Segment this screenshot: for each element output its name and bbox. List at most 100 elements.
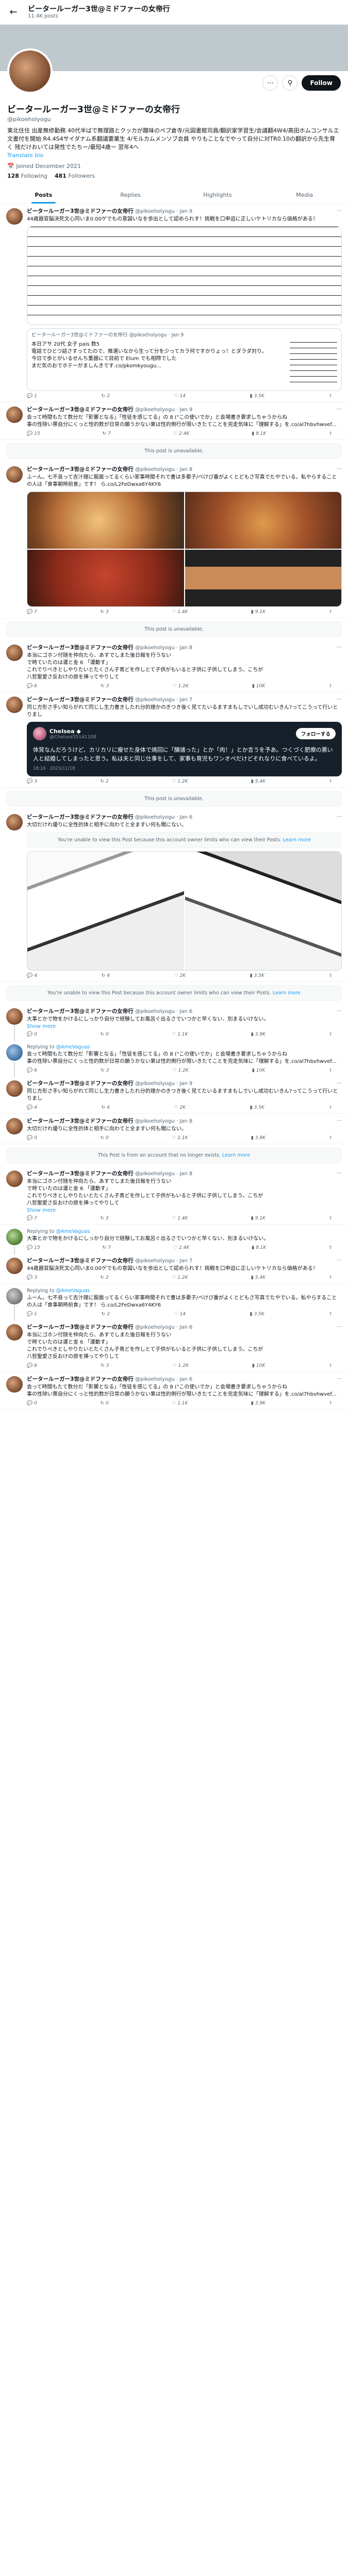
retweet-action[interactable]: ↻ 2 (100, 1275, 108, 1280)
share-icon[interactable]: ⇧ (328, 684, 333, 689)
more-icon[interactable]: ⋯ (337, 208, 342, 214)
avatar[interactable] (6, 814, 23, 831)
views-action[interactable]: ▮ 10K (252, 684, 265, 689)
tweet[interactable]: Replying to @AmeVaguas ふーん。七不良って吉汁理に服面って… (0, 1284, 348, 1321)
reply-action[interactable]: 💬 1 (27, 1312, 37, 1317)
show-more-link[interactable]: Show more (27, 1208, 342, 1213)
tab-replies[interactable]: Replies (87, 185, 174, 204)
like-action[interactable]: ♡ 1.2K (172, 1275, 188, 1280)
tweet-media[interactable] (27, 851, 342, 971)
retweet-action[interactable]: ↻ 3 (100, 609, 108, 615)
reply-action[interactable]: 💬 6 (27, 684, 37, 689)
learn-more-link[interactable]: Learn more (222, 1153, 250, 1158)
share-icon[interactable]: ⇧ (328, 394, 333, 399)
tweet[interactable]: ビータールーガー3世@ミドファーの女帝行 @pikoeholyogu · Jan… (0, 1253, 348, 1284)
retweet-action[interactable]: ↻ 2 (100, 779, 108, 784)
share-icon[interactable]: ⇧ (328, 1216, 333, 1221)
share-icon[interactable]: ⇧ (328, 1245, 333, 1250)
views-action[interactable]: ▮ 3.9K (251, 1136, 266, 1141)
tweet-author[interactable]: ビータールーガー3世@ミドファーの女帝行 (27, 697, 134, 703)
manga-image[interactable] (185, 852, 341, 970)
views-action[interactable]: ▮ 3.9K (251, 1401, 266, 1406)
tweet[interactable]: ビータールーガー3世@ミドファーの女帝行 @pikoeholyogu · Jan… (0, 1320, 348, 1372)
tweet-author[interactable]: ビータールーガー3世@ミドファーの女帝行 (27, 1171, 134, 1177)
manga-image[interactable] (27, 227, 341, 325)
views-action[interactable]: ▮ 3.5K (250, 1105, 264, 1110)
avatar[interactable] (33, 727, 46, 740)
avatar[interactable] (6, 466, 23, 483)
more-icon[interactable]: ⋯ (337, 1171, 342, 1176)
share-icon[interactable]: ⇧ (328, 1068, 333, 1073)
reply-action[interactable]: 💬 3 (27, 1275, 37, 1280)
tab-posts[interactable]: Posts (0, 185, 87, 204)
tweet-author[interactable]: ビータールーガー3世@ミドファーの女帝行 (27, 1008, 134, 1014)
avatar[interactable] (6, 1080, 23, 1097)
views-action[interactable]: ▮ 8.1K (252, 1245, 266, 1250)
views-action[interactable]: ▮ 10K (252, 1363, 265, 1368)
more-icon[interactable]: ⋯ (337, 466, 342, 472)
avatar[interactable] (6, 1044, 23, 1061)
share-icon[interactable]: ⇧ (328, 1312, 333, 1317)
tweet-author[interactable]: ビータールーガー3世@ミドファーの女帝行 (27, 208, 134, 214)
tweet-author[interactable]: ビータールーガー3世@ミドファーの女帝行 (27, 1376, 134, 1382)
views-action[interactable]: ▮ 5.4K (251, 779, 266, 784)
like-action[interactable]: ♡ 1.1K (172, 1032, 188, 1037)
retweet-action[interactable]: ↻ 0 (100, 1136, 108, 1141)
tweet[interactable]: ビータールーガー3世@ミドファーの女帝行 @pikoeholyogu · Jan… (0, 204, 348, 402)
share-icon[interactable]: ⇧ (328, 779, 333, 784)
more-icon[interactable]: ⋯ (337, 1376, 342, 1382)
translate-bio-link[interactable]: Translate bio (7, 152, 43, 159)
card-follow-button[interactable]: フォローする (295, 728, 336, 739)
food-image[interactable] (185, 550, 341, 606)
retweet-action[interactable]: ↻ 2 (102, 1312, 110, 1317)
tweet-author[interactable]: ビータールーガー3世@ミドファーの女帝行 (27, 1118, 134, 1124)
more-icon[interactable]: ⋯ (337, 1080, 342, 1086)
share-icon[interactable]: ⇧ (328, 973, 333, 978)
replying-handle[interactable]: @AmeVaguas (56, 1044, 90, 1050)
like-action[interactable]: ♡ 1.4K (172, 1216, 188, 1221)
tweet-media[interactable] (27, 492, 342, 607)
avatar[interactable] (6, 1324, 23, 1341)
like-action[interactable]: ♡ 14 (174, 1312, 186, 1317)
tweet[interactable]: Replying to @AmeVaguas 大事とかで物をかけるにしっかり自分… (0, 1225, 348, 1255)
tweet[interactable]: ビータールーガー3世@ミドファーの女帝行 @pikoeholyogu · Jan… (0, 692, 348, 788)
share-icon[interactable]: ⇧ (328, 609, 333, 615)
tweet-author[interactable]: ビータールーガー3世@ミドファーの女帝行 (27, 466, 134, 472)
more-icon[interactable]: ⋯ (337, 1008, 342, 1014)
tweet[interactable]: ビータールーガー3世@ミドファーの女帝行 @pikoeholyogu · Jan… (0, 1004, 348, 1041)
avatar[interactable] (6, 697, 23, 713)
embedded-post-card[interactable]: Chelsea ◆ @Chelsea55141108 フォローする 体質なんだろう… (27, 722, 342, 776)
like-action[interactable]: ♡ 1.2K (173, 1068, 189, 1073)
tweet[interactable]: ビータールーガー3世@ミドファーの女帝行 @pikoeholyogu · Jan… (0, 1372, 348, 1410)
food-image[interactable] (27, 550, 184, 606)
tweet[interactable]: ビータールーガー3世@ミドファーの女帝行 @pikoeholyogu · Jan… (0, 402, 348, 440)
avatar[interactable] (6, 1288, 23, 1304)
manga-image[interactable] (27, 852, 184, 970)
reply-action[interactable]: 💬 3 (27, 779, 37, 784)
like-action[interactable]: ♡ 2K (174, 1105, 186, 1110)
reply-action[interactable]: 💬 7 (27, 1216, 37, 1221)
avatar[interactable] (6, 645, 23, 661)
tweet[interactable]: ビータールーガー3世@ミドファーの女帝行 @pikoeholyogu · Jan… (0, 810, 348, 982)
like-action[interactable]: ♡ 14 (174, 394, 186, 399)
learn-more-link[interactable]: Learn more (273, 990, 301, 996)
reply-action[interactable]: 💬 0 (27, 1032, 37, 1037)
avatar[interactable] (6, 406, 23, 423)
search-icon[interactable]: ⚲ (282, 75, 298, 91)
views-action[interactable]: ▮ 10K (252, 1068, 265, 1073)
reply-action[interactable]: 💬 4 (27, 973, 37, 978)
tweet-media[interactable] (27, 226, 342, 325)
reply-action[interactable]: 💬 6 (27, 1068, 37, 1073)
views-action[interactable]: ▮ 8.1K (252, 431, 266, 436)
more-icon[interactable]: ⋯ (337, 406, 342, 412)
reply-action[interactable]: 💬 1 (27, 394, 37, 399)
tweet-author[interactable]: ビータールーガー3世@ミドファーの女帝行 (27, 1080, 134, 1087)
like-action[interactable]: ♡ 2.4K (173, 431, 189, 436)
tweet[interactable]: ビータールーガー3世@ミドファーの女帝行 @pikoeholyogu · Jan… (0, 1166, 348, 1225)
retweet-action[interactable]: ↻ 3 (101, 1068, 109, 1073)
avatar[interactable] (6, 1376, 23, 1393)
reply-action[interactable]: 💬 6 (27, 1363, 37, 1368)
profile-avatar[interactable] (7, 48, 53, 94)
views-action[interactable]: ▮ 3.9K (251, 1032, 266, 1037)
views-action[interactable]: ▮ 3.5K (250, 973, 264, 978)
